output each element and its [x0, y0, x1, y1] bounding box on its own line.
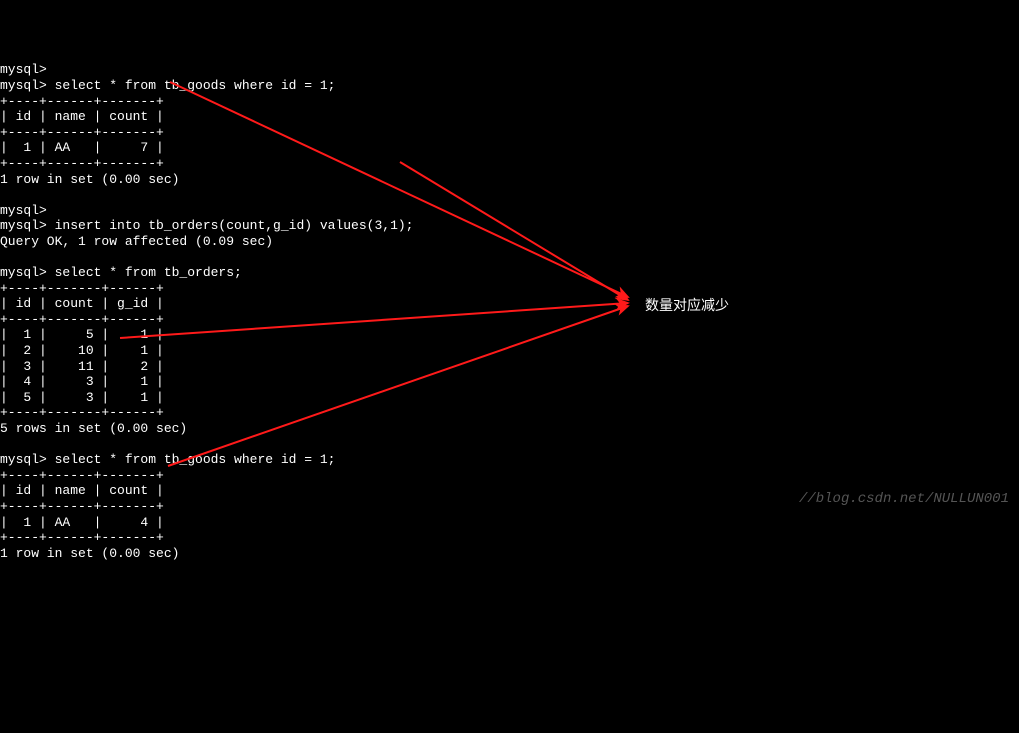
terminal-line: Query OK, 1 row affected (0.09 sec) — [0, 234, 273, 249]
terminal-line: mysql> insert into tb_orders(count,g_id)… — [0, 218, 413, 233]
terminal-line: | 1 | AA | 4 | — [0, 515, 164, 530]
terminal-line: +----+------+-------+ — [0, 125, 164, 140]
terminal-line: +----+------+-------+ — [0, 156, 164, 171]
terminal-line: +----+-------+------+ — [0, 281, 164, 296]
terminal-output: mysql> mysql> select * from tb_goods whe… — [0, 62, 1019, 561]
terminal-line: +----+-------+------+ — [0, 405, 164, 420]
terminal-line: +----+------+-------+ — [0, 499, 164, 514]
terminal-line: +----+------+-------+ — [0, 94, 164, 109]
terminal-line: +----+-------+------+ — [0, 312, 164, 327]
terminal-line: mysql> select * from tb_goods where id =… — [0, 78, 335, 93]
terminal-line: 5 rows in set (0.00 sec) — [0, 421, 187, 436]
terminal-line: 1 row in set (0.00 sec) — [0, 172, 179, 187]
terminal-line: | 4 | 3 | 1 | — [0, 374, 164, 389]
terminal-line: mysql> select * from tb_orders; — [0, 265, 242, 280]
annotation-label: 数量对应减少 — [645, 297, 729, 314]
terminal-line: | 2 | 10 | 1 | — [0, 343, 164, 358]
terminal-line: mysql> — [0, 203, 47, 218]
terminal-line: | 3 | 11 | 2 | — [0, 359, 164, 374]
terminal-line: | 1 | 5 | 1 | — [0, 327, 164, 342]
terminal-line: 1 row in set (0.00 sec) — [0, 546, 179, 561]
terminal-line: +----+------+-------+ — [0, 468, 164, 483]
terminal-line: | 1 | AA | 7 | — [0, 140, 164, 155]
terminal-line: | id | name | count | — [0, 483, 164, 498]
watermark-text: //blog.csdn.net/NULLUN001 — [799, 491, 1009, 508]
terminal-line: mysql> — [0, 62, 47, 77]
terminal-line: | id | name | count | — [0, 109, 164, 124]
terminal-line: mysql> select * from tb_goods where id =… — [0, 452, 335, 467]
terminal-line: | 5 | 3 | 1 | — [0, 390, 164, 405]
terminal-line: +----+------+-------+ — [0, 530, 164, 545]
terminal-line: | id | count | g_id | — [0, 296, 164, 311]
